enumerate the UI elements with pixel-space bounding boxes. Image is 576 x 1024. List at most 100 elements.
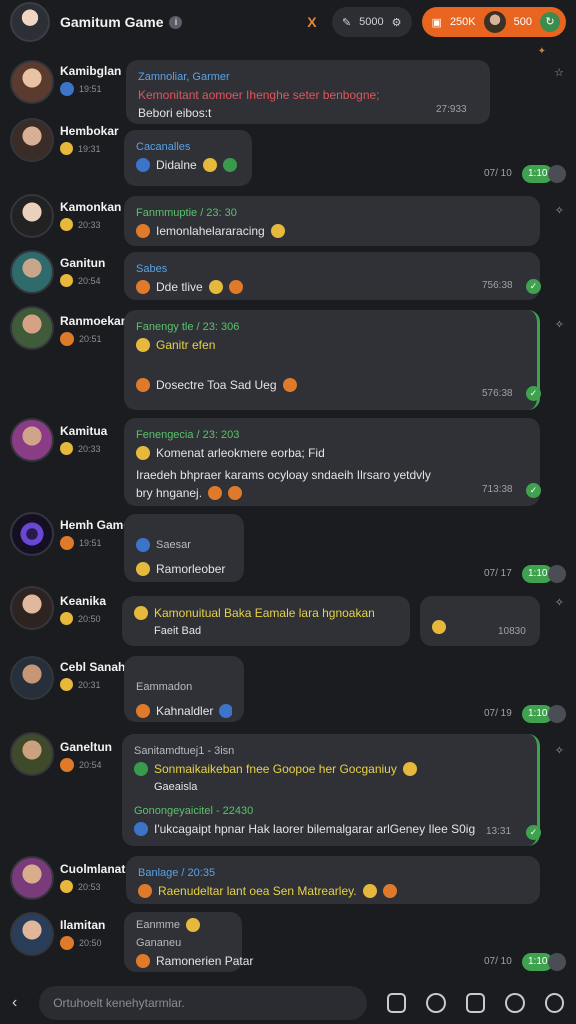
message-text: Raenudeltar lant oea Sen Matrearley. bbox=[138, 882, 528, 900]
message-bubble[interactable]: Banlage / 20:35 Raenudeltar lant oea Sen… bbox=[126, 856, 540, 904]
message-time: 576:38 bbox=[482, 388, 513, 399]
message-bubble[interactable] bbox=[420, 596, 540, 646]
emoji-icon bbox=[228, 486, 243, 500]
message-time: 07/ 19 bbox=[484, 708, 512, 719]
reward-pill[interactable]: ▣ 250K 500 ↻ bbox=[421, 7, 566, 37]
message-meta: 20:33 bbox=[60, 218, 101, 231]
sticker-icon[interactable] bbox=[465, 993, 486, 1013]
info-icon[interactable]: i bbox=[169, 15, 183, 29]
message-time: 13:31 bbox=[486, 826, 512, 837]
more-icon[interactable] bbox=[548, 565, 566, 583]
message-bubble[interactable]: Cacanalles Didalne bbox=[124, 130, 252, 186]
send-icon[interactable] bbox=[544, 993, 564, 1013]
message-composer: ‹ bbox=[0, 982, 576, 1024]
sender-name[interactable]: Ganitun bbox=[60, 256, 105, 270]
emoji-icon bbox=[60, 612, 73, 625]
emoji-icon bbox=[228, 280, 243, 294]
avatar[interactable] bbox=[10, 118, 54, 162]
check-icon bbox=[222, 158, 237, 172]
avatar[interactable] bbox=[10, 306, 54, 350]
star-icon[interactable]: ✧ bbox=[555, 204, 564, 217]
edit-icon[interactable] bbox=[387, 993, 407, 1013]
read-check-icon: ✓ bbox=[526, 279, 541, 294]
status-icon bbox=[60, 536, 74, 550]
sender-name[interactable]: Kamonkan bbox=[60, 200, 121, 214]
message-text: bry hnganej. bbox=[136, 484, 528, 502]
more-icon[interactable] bbox=[548, 705, 566, 723]
avatar[interactable] bbox=[10, 732, 54, 776]
voice-icon[interactable] bbox=[505, 993, 525, 1013]
message-meta: 20:31 bbox=[60, 678, 101, 691]
sender-name[interactable]: Cuolmlanat bbox=[60, 862, 125, 876]
avatar[interactable] bbox=[10, 60, 54, 104]
message-bubble[interactable]: Fenengecia / 23: 203 Komenat arleokmere … bbox=[124, 418, 540, 506]
message-meta: 20:33 bbox=[60, 442, 101, 455]
star-icon[interactable]: ✧ bbox=[555, 596, 564, 609]
message-bubble[interactable]: Fanmmuptie / 23: 30 Iemonlahelararacing bbox=[124, 196, 540, 246]
quote-header: Gonongeyaicitel - 22430 bbox=[134, 805, 254, 817]
quote-header: Zamnoliar, Garmer bbox=[138, 71, 230, 83]
sender-name[interactable]: Ranmoekar bbox=[60, 314, 125, 328]
avatar[interactable] bbox=[10, 250, 54, 294]
chevron-left-icon[interactable]: ‹ bbox=[12, 994, 31, 1012]
message-bubble[interactable]: Kamonuitual Baka Eamale lara hgnoakan Fa… bbox=[122, 596, 410, 646]
message-bubble[interactable]: Sabes Dde tlive bbox=[124, 252, 540, 300]
message-meta: 19:31 bbox=[60, 142, 101, 155]
sender-name[interactable]: Kamibglan bbox=[60, 64, 121, 78]
message-bubble[interactable]: Eanmme Gananeu Ramonerien Patar bbox=[124, 912, 253, 972]
emoji-icon bbox=[136, 954, 150, 968]
sender-name[interactable]: Ilamitan bbox=[60, 918, 105, 932]
sender-name[interactable]: Kamitua bbox=[60, 424, 107, 438]
coin-pill[interactable]: ✎ 5000 ⚙ bbox=[331, 7, 412, 37]
emoji-icon bbox=[60, 442, 73, 455]
emoji-icon bbox=[186, 918, 201, 932]
avatar[interactable] bbox=[10, 418, 54, 462]
more-icon[interactable] bbox=[548, 953, 566, 971]
more-icon[interactable] bbox=[548, 165, 566, 183]
avatar[interactable] bbox=[10, 194, 54, 238]
sender-name[interactable]: Ganeltun bbox=[60, 740, 112, 754]
message-meta: 19:51 bbox=[60, 536, 102, 550]
message-bubble[interactable]: Saesar Ramorleober bbox=[124, 514, 244, 582]
star-icon[interactable]: ✧ bbox=[555, 744, 564, 757]
message-text: I'ukcagaipt hpnar Hak laorer bilemalgara… bbox=[134, 820, 525, 838]
quote-header: Fenengecia / 23: 203 bbox=[136, 429, 240, 441]
message-bubble[interactable]: Sanitamdtuej1 - 3isn Sonmaikaikeban fnee… bbox=[122, 734, 540, 846]
message-text: Iemonlahelararacing bbox=[136, 222, 528, 240]
avatar[interactable] bbox=[10, 856, 54, 900]
message-text: Kemonitant aomoer Ihenghe seter benbogne… bbox=[138, 88, 380, 102]
message-bubble[interactable]: Eammadon Kahnaldler bbox=[124, 656, 244, 722]
game-icon bbox=[134, 822, 148, 836]
message-time: 07/ 10 bbox=[484, 956, 512, 967]
camera-icon[interactable] bbox=[426, 993, 446, 1013]
emoji-icon bbox=[208, 486, 223, 500]
gift-icon: ▣ bbox=[431, 16, 442, 29]
message-text: Ganitr efen bbox=[136, 336, 525, 354]
message-row: Keanika 20:50 Kamonuitual Baka Eamale la… bbox=[0, 586, 576, 648]
message-row: Kamitua 20:33 Fenengecia / 23: 203 Komen… bbox=[0, 416, 576, 508]
emoji-icon bbox=[270, 224, 285, 238]
message-row: Ganeltun 20:54 Sanitamdtuej1 - 3isn Sonm… bbox=[0, 730, 576, 848]
message-input[interactable] bbox=[39, 986, 368, 1020]
emoji-icon bbox=[60, 274, 73, 287]
sender-name[interactable]: Keanika bbox=[60, 594, 106, 608]
chat-title[interactable]: Gamitum Game i bbox=[60, 14, 183, 30]
message-bubble[interactable]: Fanengy tle / 23: 306 Ganitr efen Dosect… bbox=[124, 310, 540, 410]
avatar[interactable] bbox=[10, 586, 54, 630]
avatar[interactable] bbox=[10, 656, 54, 700]
message-text: Kamonuitual Baka Eamale lara hgnoakan bbox=[134, 604, 398, 622]
star-icon[interactable]: ✧ bbox=[555, 318, 564, 331]
refresh-icon: ↻ bbox=[540, 12, 560, 32]
sender-name[interactable]: Hembokar bbox=[60, 124, 119, 138]
avatar[interactable] bbox=[10, 912, 54, 956]
game-icon bbox=[138, 884, 152, 898]
message-text: Dosectre Toa Sad Ueg bbox=[136, 376, 525, 394]
close-icon[interactable]: X bbox=[302, 14, 322, 30]
avatar[interactable] bbox=[10, 512, 54, 556]
emoji-icon bbox=[219, 704, 232, 718]
message-row: Ganitun 20:54 Sabes Dde tlive 756:38 ✓ bbox=[0, 250, 576, 302]
fire-icon bbox=[136, 280, 150, 294]
message-time: 756:38 bbox=[482, 280, 513, 291]
group-avatar[interactable] bbox=[10, 2, 50, 42]
star-icon[interactable]: ☆ bbox=[554, 66, 564, 79]
